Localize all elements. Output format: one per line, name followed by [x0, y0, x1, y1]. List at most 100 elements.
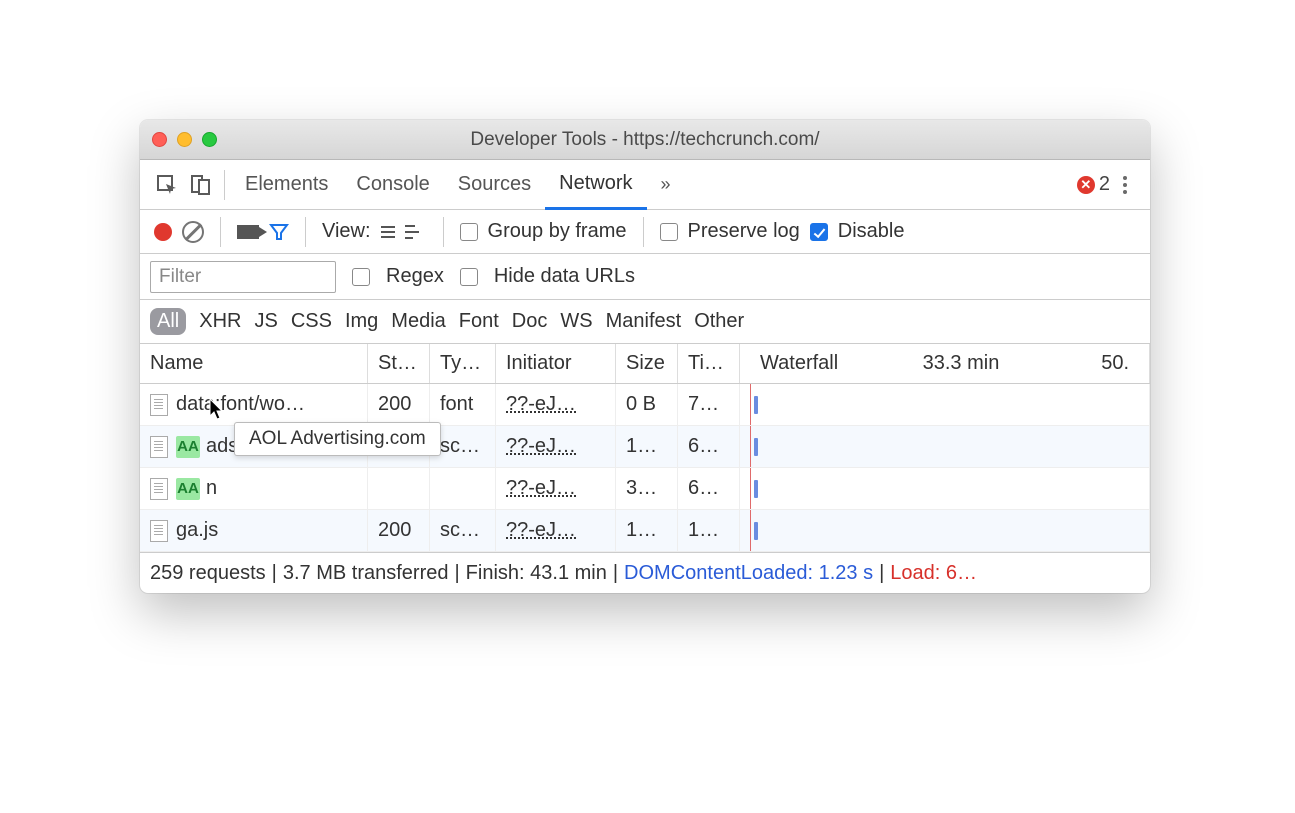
- cell-type: [430, 468, 496, 509]
- filter-font[interactable]: Font: [459, 310, 499, 333]
- header-waterfall[interactable]: Waterfall 33.3 min 50.: [740, 344, 1150, 383]
- error-icon: ✕: [1077, 176, 1095, 194]
- device-toolbar-icon[interactable]: [184, 168, 218, 202]
- status-requests: 259 requests: [150, 562, 266, 585]
- divider: [643, 217, 644, 247]
- cell-size: 3…: [616, 468, 678, 509]
- cell-initiator[interactable]: ??-eJ…: [496, 384, 616, 425]
- clear-button[interactable]: [182, 221, 204, 243]
- regex-label: Regex: [386, 265, 444, 288]
- disable-cache-checkbox[interactable]: [810, 223, 828, 241]
- filter-img[interactable]: Img: [345, 310, 378, 333]
- header-name[interactable]: Name: [140, 344, 368, 383]
- header-status[interactable]: St…: [368, 344, 430, 383]
- aa-badge-icon: AA: [176, 478, 200, 500]
- large-rows-icon[interactable]: [381, 223, 395, 241]
- header-type[interactable]: Ty…: [430, 344, 496, 383]
- file-icon: [150, 436, 168, 458]
- waterfall-tick-1: 33.3 min: [880, 352, 1010, 375]
- cell-status: 200: [368, 384, 430, 425]
- screenshot-icon[interactable]: [237, 225, 259, 239]
- table-row[interactable]: ga.js200sc…??-eJ…1…1…: [140, 510, 1150, 552]
- filter-other[interactable]: Other: [694, 310, 744, 333]
- group-by-frame-label: Group by frame: [488, 220, 627, 243]
- status-bar: 259 requests | 3.7 MB transferred | Fini…: [140, 553, 1150, 593]
- status-load: Load: 6…: [890, 562, 977, 585]
- status-domcontentloaded: DOMContentLoaded: 1.23 s: [624, 562, 873, 585]
- filter-toggle-icon[interactable]: [269, 222, 289, 242]
- header-size[interactable]: Size: [616, 344, 678, 383]
- table-body: AOL Advertising.com data:font/wo…200font…: [140, 384, 1150, 552]
- preserve-log-checkbox[interactable]: [660, 223, 678, 241]
- cell-size: 0 B: [616, 384, 678, 425]
- tab-elements[interactable]: Elements: [231, 160, 342, 210]
- window-title: Developer Tools - https://techcrunch.com…: [140, 129, 1150, 151]
- divider: [224, 170, 225, 200]
- regex-checkbox[interactable]: [352, 268, 370, 286]
- filter-js[interactable]: JS: [254, 310, 277, 333]
- filter-xhr[interactable]: XHR: [199, 310, 241, 333]
- small-rows-icon[interactable]: [405, 223, 427, 241]
- divider: [305, 217, 306, 247]
- cell-time: 6…: [678, 468, 740, 509]
- cell-initiator[interactable]: ??-eJ…: [496, 426, 616, 467]
- tab-console[interactable]: Console: [342, 160, 443, 210]
- filter-input[interactable]: [150, 261, 336, 293]
- file-name: n: [206, 477, 217, 500]
- inspect-element-icon[interactable]: [150, 168, 184, 202]
- window-titlebar: Developer Tools - https://techcrunch.com…: [140, 120, 1150, 160]
- preserve-log-label: Preserve log: [688, 220, 800, 243]
- filter-bar: Regex Hide data URLs: [140, 254, 1150, 300]
- cursor-icon: [209, 398, 225, 420]
- aa-badge-icon: AA: [176, 436, 200, 458]
- file-icon: [150, 478, 168, 500]
- tabs-overflow-icon[interactable]: »: [647, 160, 685, 210]
- disable-cache-label: Disable: [838, 220, 905, 243]
- waterfall-label: Waterfall: [750, 352, 880, 375]
- table-header: Name St… Ty… Initiator Size Ti… Waterfal…: [140, 344, 1150, 384]
- record-button[interactable]: [154, 223, 172, 241]
- status-finish: Finish: 43.1 min: [466, 562, 607, 585]
- filter-doc[interactable]: Doc: [512, 310, 548, 333]
- filter-ws[interactable]: WS: [560, 310, 592, 333]
- cell-status: [368, 468, 430, 509]
- filter-media[interactable]: Media: [391, 310, 445, 333]
- tab-sources[interactable]: Sources: [444, 160, 545, 210]
- settings-menu-icon[interactable]: [1110, 176, 1140, 194]
- filter-all[interactable]: All: [150, 308, 186, 335]
- table-row[interactable]: AA n ??-eJ…3…6…: [140, 468, 1150, 510]
- cell-waterfall: [740, 468, 1150, 509]
- cell-waterfall: [740, 510, 1150, 551]
- cell-time: 1…: [678, 510, 740, 551]
- file-icon: [150, 394, 168, 416]
- header-initiator[interactable]: Initiator: [496, 344, 616, 383]
- file-icon: [150, 520, 168, 542]
- network-toolbar: View: Group by frame Preserve log Disabl…: [140, 210, 1150, 254]
- tab-network[interactable]: Network: [545, 160, 646, 210]
- cell-size: 1…: [616, 510, 678, 551]
- cell-initiator[interactable]: ??-eJ…: [496, 468, 616, 509]
- divider: [443, 217, 444, 247]
- cell-type: sc…: [430, 510, 496, 551]
- waterfall-tick-2: 50.: [1009, 352, 1139, 375]
- cell-time: 6…: [678, 426, 740, 467]
- filter-manifest[interactable]: Manifest: [606, 310, 682, 333]
- cell-waterfall: [740, 426, 1150, 467]
- cell-status: 200: [368, 510, 430, 551]
- table-row[interactable]: data:font/wo…200font??-eJ…0 B7…: [140, 384, 1150, 426]
- devtools-window: Developer Tools - https://techcrunch.com…: [140, 120, 1150, 593]
- error-count: 2: [1099, 173, 1110, 196]
- cell-waterfall: [740, 384, 1150, 425]
- type-filter-bar: All XHR JS CSS Img Media Font Doc WS Man…: [140, 300, 1150, 344]
- divider: [220, 217, 221, 247]
- hide-data-urls-checkbox[interactable]: [460, 268, 478, 286]
- hover-tooltip: AOL Advertising.com: [234, 422, 441, 456]
- view-label: View:: [322, 220, 371, 243]
- cell-time: 7…: [678, 384, 740, 425]
- file-name: data:font/wo…: [176, 393, 305, 416]
- group-by-frame-checkbox[interactable]: [460, 223, 478, 241]
- cell-initiator[interactable]: ??-eJ…: [496, 510, 616, 551]
- filter-css[interactable]: CSS: [291, 310, 332, 333]
- error-count-badge[interactable]: ✕ 2: [1077, 173, 1110, 196]
- header-time[interactable]: Ti…: [678, 344, 740, 383]
